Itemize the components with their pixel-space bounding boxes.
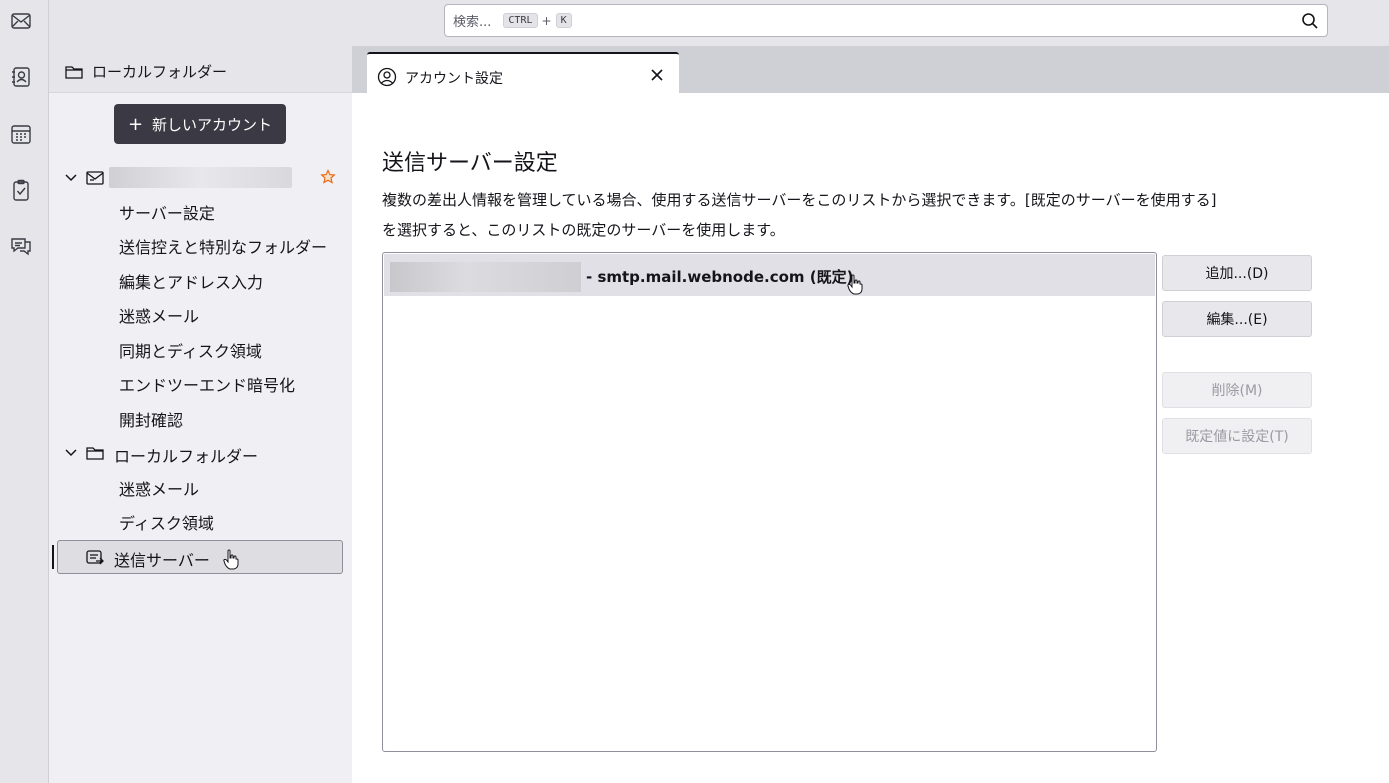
close-icon[interactable] bbox=[647, 65, 667, 85]
sidebar-item-server-settings[interactable]: サーバー設定 bbox=[119, 200, 215, 224]
folder-icon bbox=[65, 66, 83, 79]
chevron-down-icon[interactable] bbox=[64, 171, 78, 185]
description-line-1: 複数の差出人情報を管理している場合、使用する送信サーバーをこのリストから選択でき… bbox=[382, 191, 1217, 209]
outgoing-server-settings-panel: 送信サーバー設定 複数の差出人情報を管理している場合、使用する送信サーバーをこの… bbox=[352, 93, 1389, 783]
selection-indicator bbox=[52, 545, 54, 569]
folder-icon bbox=[86, 447, 104, 460]
tab-label: アカウント設定 bbox=[405, 71, 503, 87]
chevron-down-icon[interactable] bbox=[64, 446, 78, 460]
search-icon[interactable] bbox=[1301, 12, 1319, 30]
sidebar-item-outgoing-server[interactable]: 送信サーバー bbox=[57, 540, 343, 574]
sidebar-item-receipts[interactable]: 開封確認 bbox=[119, 407, 183, 431]
new-account-button[interactable]: + 新しいアカウント bbox=[114, 104, 286, 144]
page-title: 送信サーバー設定 bbox=[382, 151, 558, 176]
tab-strip: アカウント設定 bbox=[352, 46, 1389, 93]
tab-account-settings[interactable]: アカウント設定 bbox=[367, 52, 679, 93]
folder-pane-title: ローカルフォルダー bbox=[92, 63, 228, 81]
sidebar-item-local-disk[interactable]: ディスク領域 bbox=[119, 510, 214, 534]
shortcut-key-k: K bbox=[555, 13, 572, 28]
description-line-2: を選択すると、このリストの既定のサーバーを使用します。 bbox=[382, 221, 785, 239]
redacted-account-name bbox=[109, 167, 292, 188]
page-description: 複数の差出人情報を管理している場合、使用する送信サーバーをこのリストから選択でき… bbox=[382, 185, 1312, 245]
shortcut-plus: + bbox=[541, 13, 552, 28]
outgoing-server-icon bbox=[86, 550, 104, 565]
search-input[interactable]: 検索... CTRL + K bbox=[444, 4, 1328, 37]
list-item[interactable]: - smtp.mail.webnode.com (既定) bbox=[384, 254, 1155, 296]
chat-icon[interactable] bbox=[8, 233, 34, 259]
search-placeholder: 検索... bbox=[453, 15, 492, 30]
top-bar: 検索... CTRL + K bbox=[49, 0, 1389, 46]
sidebar-item-junk[interactable]: 迷惑メール bbox=[119, 303, 199, 327]
outgoing-server-label: 送信サーバー bbox=[114, 551, 210, 570]
new-account-label: 新しいアカウント bbox=[152, 115, 273, 134]
mail-account-icon bbox=[86, 171, 104, 185]
calendar-icon[interactable] bbox=[8, 121, 34, 147]
account-settings-icon bbox=[377, 67, 397, 87]
server-entry-label: - smtp.mail.webnode.com (既定) bbox=[586, 268, 854, 286]
account-tree-sidebar: + 新しいアカウント サーバー設定 送信控えと特別なフォルダー 編集とアドレス入… bbox=[49, 93, 352, 783]
tasks-icon[interactable] bbox=[8, 177, 34, 203]
spaces-toolbar bbox=[0, 0, 49, 783]
local-folders-row[interactable]: ローカルフォルダー bbox=[49, 438, 352, 468]
sidebar-item-copies-folders[interactable]: 送信控えと特別なフォルダー bbox=[119, 234, 327, 258]
edit-server-button[interactable]: 編集...(E) bbox=[1162, 301, 1312, 337]
delete-server-button[interactable]: 削除(M) bbox=[1162, 372, 1312, 408]
plus-icon: + bbox=[127, 113, 144, 135]
sidebar-item-sync-disk[interactable]: 同期とディスク領域 bbox=[119, 338, 262, 362]
sidebar-item-local-junk[interactable]: 迷惑メール bbox=[119, 476, 199, 500]
address-book-icon[interactable] bbox=[8, 64, 34, 90]
sidebar-item-e2e-encryption[interactable]: エンドツーエンド暗号化 bbox=[119, 372, 295, 396]
folder-pane-header: ローカルフォルダー bbox=[49, 46, 352, 93]
smtp-server-list[interactable]: - smtp.mail.webnode.com (既定) bbox=[382, 252, 1157, 752]
shortcut-key-ctrl: CTRL bbox=[503, 13, 538, 28]
account-row[interactable] bbox=[49, 163, 352, 193]
star-icon bbox=[320, 169, 336, 184]
redacted-server-description bbox=[390, 262, 581, 292]
mail-icon[interactable] bbox=[8, 8, 34, 34]
set-default-button[interactable]: 既定値に設定(T) bbox=[1162, 418, 1312, 454]
add-server-button[interactable]: 追加...(D) bbox=[1162, 255, 1312, 291]
sidebar-item-composition[interactable]: 編集とアドレス入力 bbox=[119, 269, 263, 293]
local-folders-label: ローカルフォルダー bbox=[114, 447, 259, 466]
